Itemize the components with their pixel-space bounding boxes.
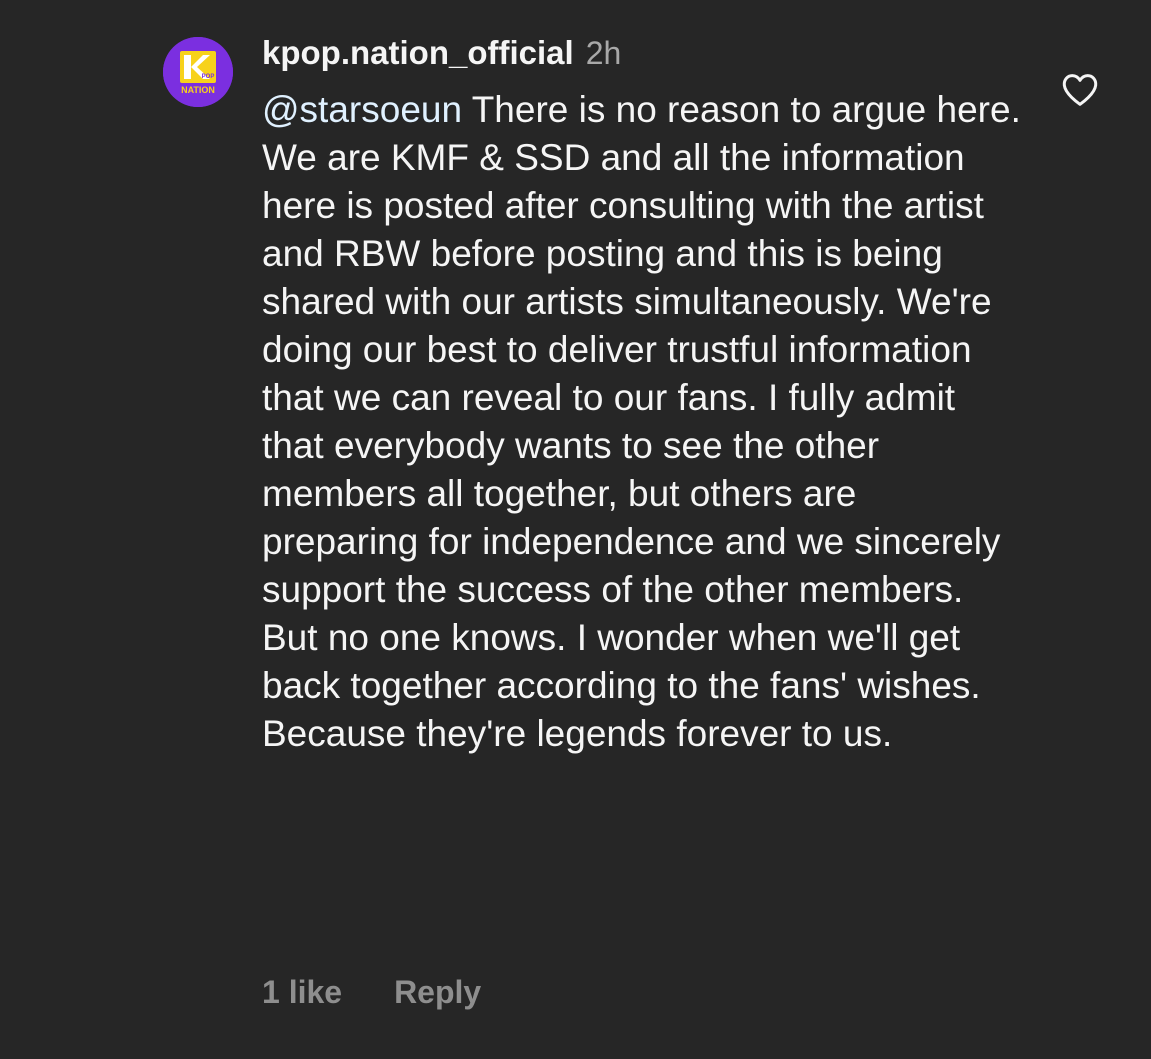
kpop-nation-logo-icon: POP NATION	[163, 37, 233, 107]
comment-item: POP NATION kpop.nation_official 2h @star…	[0, 0, 1151, 1059]
comment-actions: 1 like Reply	[262, 974, 481, 1011]
like-button[interactable]	[1060, 70, 1100, 110]
timestamp: 2h	[585, 35, 622, 71]
likes-count-button[interactable]: 1 like	[262, 974, 342, 1011]
avatar[interactable]: POP NATION	[163, 37, 233, 107]
username-link[interactable]: kpop.nation_official	[262, 30, 574, 76]
mention-link[interactable]: @starsoeun	[262, 89, 462, 130]
svg-text:POP: POP	[202, 74, 215, 80]
svg-text:NATION: NATION	[181, 85, 215, 95]
heart-outline-icon	[1062, 74, 1098, 106]
reply-button[interactable]: Reply	[394, 974, 481, 1011]
comment-text: @starsoeun There is no reason to argue h…	[262, 86, 1022, 758]
comment-body: There is no reason to argue here. We are…	[262, 89, 1021, 754]
comment-header: kpop.nation_official 2h	[262, 30, 621, 76]
